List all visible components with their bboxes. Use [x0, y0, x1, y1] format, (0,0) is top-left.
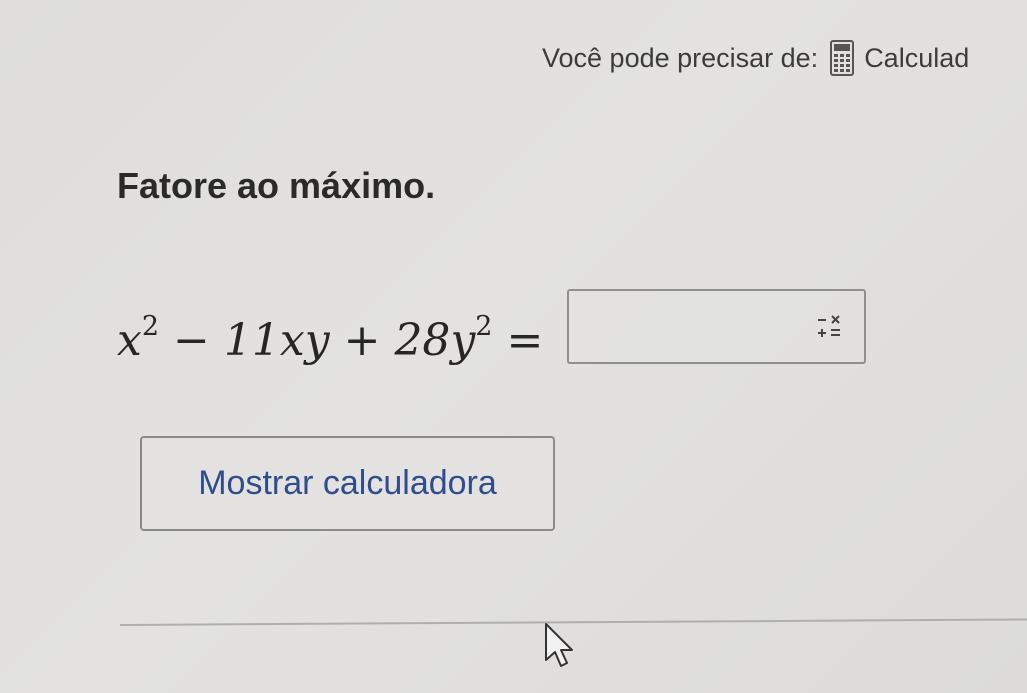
equation-minus: −	[173, 315, 210, 366]
question-prompt: Fatore ao máximo.	[117, 165, 436, 206]
answer-input[interactable]	[567, 289, 866, 364]
calculator-link[interactable]: Calculad	[864, 43, 969, 74]
show-calculator-button[interactable]: Mostrar calculadora	[140, 436, 555, 531]
math-keypad-icon[interactable]	[816, 313, 842, 341]
equation-term-x: x	[117, 315, 142, 366]
equation-term-xy: 11xy	[223, 315, 330, 366]
equation-plus: +	[343, 315, 381, 366]
equation-term-y: y	[450, 315, 476, 366]
tool-hint-text: Você pode precisar de:	[542, 42, 819, 73]
equation-exponent-y: 2	[475, 311, 493, 342]
equation-exponent-x: 2	[141, 311, 160, 342]
calculator-icon	[830, 40, 855, 76]
equation-equals: =	[506, 315, 544, 366]
tool-hint: Você pode precisar de: Calculad	[542, 38, 969, 78]
mouse-pointer-icon	[545, 623, 573, 667]
equation: x2 − 11xy + 28y2 =	[117, 297, 543, 371]
equation-coef-y: 28	[394, 315, 451, 366]
